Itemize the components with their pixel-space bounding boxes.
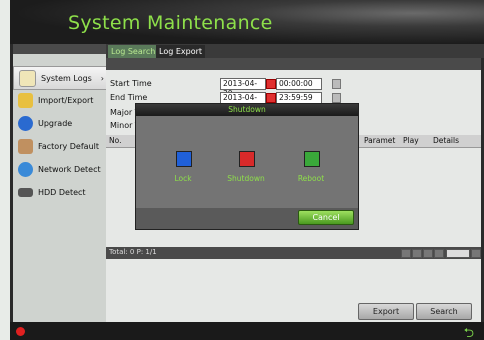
sidebar-item-hdd-detect[interactable]: HDD Detect <box>13 181 106 203</box>
reboot-label[interactable]: Reboot <box>286 174 336 183</box>
network-detect-icon <box>18 161 33 177</box>
dialog-body: Lock Shutdown Reboot <box>136 116 358 208</box>
sidebar-item-label: Upgrade <box>38 118 73 128</box>
export-button[interactable]: Export <box>358 303 414 320</box>
sidebar-item-network-detect[interactable]: Network Detect <box>13 158 106 180</box>
hdd-icon <box>18 187 33 197</box>
lock-label[interactable]: Lock <box>158 174 208 183</box>
dialog-title: Shutdown <box>136 104 358 116</box>
sidebar-item-label: Factory Default <box>38 141 99 151</box>
first-page-icon[interactable] <box>401 249 411 258</box>
column-header-no: No. <box>109 136 122 145</box>
last-page-icon[interactable] <box>434 249 444 258</box>
sidebar-item-factory-default[interactable]: Factory Default <box>13 135 106 157</box>
shutdown-icon[interactable] <box>239 151 255 167</box>
sidebar-header-strip <box>13 44 106 54</box>
start-time-label: Start Time <box>110 79 152 88</box>
tab-log-search[interactable]: Log Search <box>108 45 159 58</box>
sidebar-item-label: HDD Detect <box>38 187 86 197</box>
sidebar: System Logs › Import/Export Upgrade Fact… <box>13 54 108 322</box>
header: System Maintenance <box>10 0 484 44</box>
page-title: System Maintenance <box>68 12 273 34</box>
time-spinner-icon[interactable] <box>332 79 341 89</box>
alarm-indicator-icon <box>16 327 25 336</box>
reboot-icon[interactable] <box>304 151 320 167</box>
tab-bar: Log Search Log Export <box>106 44 484 58</box>
back-icon[interactable]: ⮌ <box>464 324 474 340</box>
shutdown-dialog: Shutdown Lock Shutdown Reboot Cancel <box>135 103 359 230</box>
time-spinner-icon[interactable] <box>332 93 341 103</box>
sub-header-bar <box>106 58 481 70</box>
go-page-icon[interactable] <box>471 249 481 258</box>
factory-default-icon <box>18 138 33 154</box>
start-time-field[interactable]: 00:00:00 <box>276 78 322 90</box>
calendar-icon[interactable] <box>266 93 276 103</box>
cancel-button[interactable]: Cancel <box>298 210 354 225</box>
prev-page-icon[interactable] <box>412 249 422 258</box>
next-page-icon[interactable] <box>423 249 433 258</box>
end-time-label: End Time <box>110 93 148 102</box>
lock-icon[interactable] <box>176 151 192 167</box>
search-button[interactable]: Search <box>416 303 472 320</box>
sidebar-item-label: System Logs <box>41 73 92 83</box>
column-header-param: Paramet <box>364 136 396 145</box>
screen: System Maintenance System Logs › Import/… <box>0 0 484 340</box>
import-export-icon <box>18 92 33 108</box>
calendar-icon[interactable] <box>266 79 276 89</box>
document-icon <box>19 69 36 87</box>
status-bar: ⮌ <box>10 322 484 340</box>
sidebar-item-system-logs[interactable]: System Logs › <box>13 66 108 90</box>
tab-log-export[interactable]: Log Export <box>156 45 206 58</box>
pager-total: Total: 0 P: 1/1 <box>109 248 157 256</box>
upgrade-icon <box>18 115 33 131</box>
column-header-play: Play <box>403 136 419 145</box>
pager-bar: Total: 0 P: 1/1 <box>106 247 481 259</box>
shutdown-label[interactable]: Shutdown <box>221 174 271 183</box>
sidebar-item-upgrade[interactable]: Upgrade <box>13 112 106 134</box>
start-date-field[interactable]: 2013-04-30 <box>220 78 266 98</box>
page-number-input[interactable] <box>446 249 470 258</box>
sidebar-item-label: Network Detect <box>38 164 101 174</box>
sidebar-item-label: Import/Export <box>38 95 94 105</box>
sidebar-item-import-export[interactable]: Import/Export <box>13 89 106 111</box>
column-header-details: Details <box>433 136 460 145</box>
chevron-right-icon: › <box>100 73 104 83</box>
